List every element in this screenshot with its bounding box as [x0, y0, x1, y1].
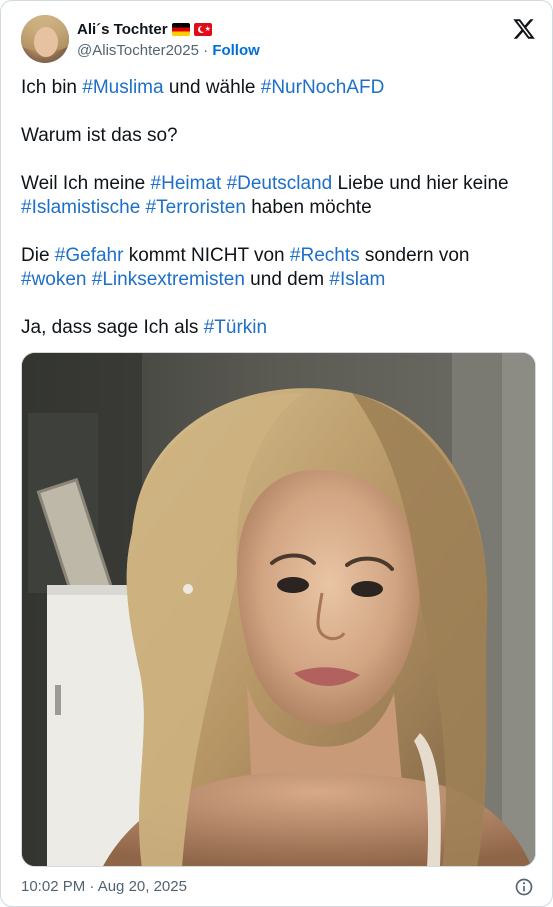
hashtag-link[interactable]: #NurNochAFD — [261, 77, 385, 98]
tweet-text-line: #woken #Linksextremisten und dem #Islam — [21, 268, 536, 292]
tweet-text-segment: Weil Ich meine — [21, 173, 151, 194]
tweet-footer: 10:02 PM · Aug 20, 2025 — [21, 875, 536, 899]
turkey-flag-icon: ★ — [193, 22, 212, 36]
tweet-card: Ali´s Tochter ★ @AlisTochter2025 · Follo… — [0, 0, 553, 907]
tweet-text-line: Weil Ich meine #Heimat #Deutscland Liebe… — [21, 172, 536, 196]
hashtag-link[interactable]: #Deutscland — [227, 173, 333, 194]
hashtag-link[interactable]: #Terroristen — [146, 197, 246, 218]
tweet-photo[interactable] — [21, 352, 536, 867]
text-spacer — [21, 148, 536, 172]
hashtag-link[interactable]: #Türkin — [204, 317, 267, 338]
tweet-text-segment: kommt NICHT von — [123, 245, 290, 266]
photo-selfie — [22, 353, 535, 866]
tweet-text-segment: und wähle — [163, 77, 261, 98]
tweet-text-line: Ja, dass sage Ich als #Türkin — [21, 316, 536, 340]
hashtag-link[interactable]: #Muslima — [82, 77, 163, 98]
author-name-row[interactable]: Ali´s Tochter ★ — [77, 19, 212, 39]
text-spacer — [21, 292, 536, 316]
text-spacer — [21, 100, 536, 124]
tweet-text-line: Ich bin #Muslima und wähle #NurNochAFD — [21, 76, 536, 100]
follow-button[interactable]: Follow — [212, 42, 260, 59]
tweet-text-segment: Die — [21, 245, 55, 266]
hashtag-link[interactable]: #Gefahr — [55, 245, 124, 266]
tweet-header: Ali´s Tochter ★ @AlisTochter2025 · Follo… — [21, 15, 536, 63]
hashtag-link[interactable]: #Linksextremisten — [92, 269, 245, 290]
tweet-text-segment: sondern von — [359, 245, 470, 266]
tweet-text-line: #Islamistische #Terroristen haben möchte — [21, 196, 536, 220]
tweet-text-segment: haben möchte — [245, 197, 372, 218]
x-logo-icon[interactable] — [512, 17, 536, 41]
tweet-text-segment: Ich bin — [21, 77, 83, 98]
tweet-text: Ich bin #Muslima und wähle #NurNochAFD Wa… — [21, 76, 536, 340]
handle-separator: · — [198, 42, 213, 59]
author-handle[interactable]: @AlisTochter2025 — [77, 42, 199, 59]
tweet-text-segment: Liebe und hier keine — [332, 173, 509, 194]
hashtag-link[interactable]: #Islam — [329, 269, 385, 290]
author-handle-row: @AlisTochter2025 · Follow — [77, 42, 260, 59]
text-spacer — [21, 220, 536, 244]
tweet-text-segment: Warum ist das so? — [21, 125, 178, 146]
hashtag-link[interactable]: #woken — [21, 269, 87, 290]
germany-flag-icon — [171, 22, 190, 36]
tweet-text-segment: und dem — [244, 269, 330, 290]
hashtag-link[interactable]: #Rechts — [290, 245, 360, 266]
hashtag-link[interactable]: #Heimat — [151, 173, 222, 194]
avatar[interactable] — [21, 15, 69, 63]
tweet-text-segment: Ja, dass sage Ich als — [21, 317, 204, 338]
tweet-text-line: Warum ist das so? — [21, 124, 536, 148]
info-icon[interactable] — [514, 877, 534, 897]
hashtag-link[interactable]: #Islamistische — [21, 197, 140, 218]
tweet-text-line: Die #Gefahr kommt NICHT von #Rechts sond… — [21, 244, 536, 268]
author-display-name[interactable]: Ali´s Tochter — [77, 21, 168, 38]
tweet-timestamp[interactable]: 10:02 PM · Aug 20, 2025 — [21, 878, 187, 895]
